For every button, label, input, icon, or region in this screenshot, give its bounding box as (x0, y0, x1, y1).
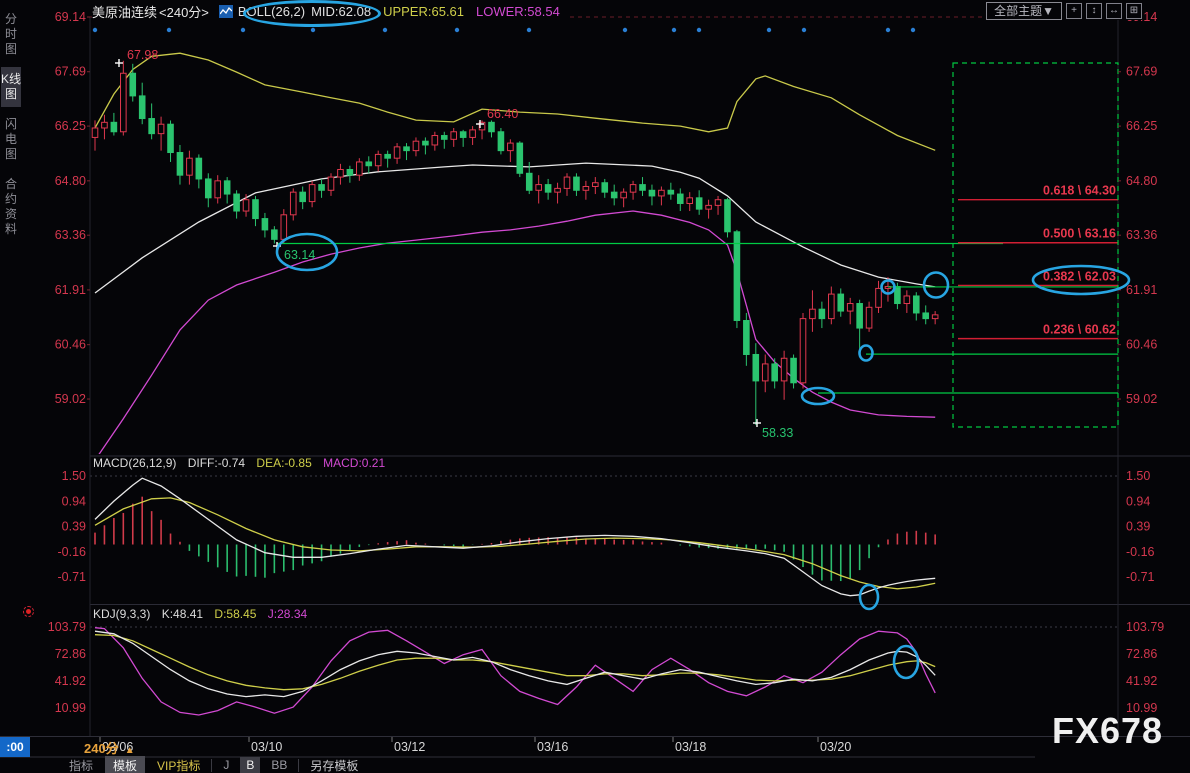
toolbar-template-button[interactable]: 模板 (105, 755, 146, 773)
pan-icon[interactable]: + (1066, 3, 1082, 19)
svg-text:72.86: 72.86 (1126, 647, 1157, 661)
svg-text:0.39: 0.39 (1126, 520, 1150, 534)
sidebar-item-timeshare[interactable]: 分时图 (1, 7, 21, 62)
svg-text:66.40: 66.40 (487, 107, 518, 121)
time-fragment-badge: :00 (0, 737, 30, 757)
svg-text:0.382 \ 62.03: 0.382 \ 62.03 (1043, 269, 1116, 283)
macd-dea-value: DEA:-0.85 (256, 456, 312, 470)
toolbar-vip-indicators-button[interactable]: VIP指标 (157, 757, 200, 773)
scale-x-icon[interactable]: ↔ (1106, 3, 1122, 19)
triangle-up-icon: ▲ (124, 745, 135, 756)
svg-text:03/10: 03/10 (251, 740, 282, 754)
period-selector[interactable]: 240分 ▲ (84, 738, 135, 757)
svg-text:72.86: 72.86 (55, 647, 86, 661)
period-label: <240分> (159, 4, 209, 20)
period-value: 240分 (84, 741, 119, 756)
svg-text:0.94: 0.94 (1126, 495, 1150, 509)
svg-text:-0.16: -0.16 (1126, 545, 1155, 559)
svg-text:58.33: 58.33 (762, 426, 793, 440)
svg-text:66.25: 66.25 (55, 119, 86, 133)
kdj-params-label: KDJ(9,3,3) (93, 607, 151, 621)
macd-diff-value: DIFF:-0.74 (187, 456, 246, 470)
svg-text:64.80: 64.80 (55, 174, 86, 188)
indicator-icon[interactable] (218, 4, 233, 18)
toolbar-divider (298, 758, 300, 772)
kdj-header: KDJ(9,3,3) K:48.41 D:58.45 J:28.34 (93, 607, 307, 621)
svg-text:63.14: 63.14 (284, 248, 315, 262)
kdj-k-value: K:48.41 (161, 607, 204, 621)
svg-text:0.39: 0.39 (62, 520, 86, 534)
boll-lower-value: LOWER:58.54 (476, 3, 560, 19)
svg-text:0.618 \ 64.30: 0.618 \ 64.30 (1043, 184, 1116, 198)
svg-text:03/12: 03/12 (394, 740, 425, 754)
svg-text:0.500 \ 63.16: 0.500 \ 63.16 (1043, 227, 1116, 241)
indicator-settings-icon[interactable] (23, 606, 34, 617)
svg-text:-0.71: -0.71 (1126, 570, 1155, 584)
kdj-d-value: D:58.45 (214, 607, 257, 621)
svg-text:10.99: 10.99 (55, 701, 86, 715)
svg-text:-0.71: -0.71 (58, 570, 87, 584)
svg-text:59.02: 59.02 (1126, 392, 1157, 406)
sidebar-item-contract-info[interactable]: 合约资料 (1, 172, 21, 242)
svg-text:64.80: 64.80 (1126, 174, 1157, 188)
chart-canvas[interactable]: 0.618 \ 64.30 0.500 \ 63.16 0.382 \ 62.03 0… (0, 0, 1190, 773)
boll-params-label: BOLL(26,2) (237, 3, 306, 19)
chart-tools: 全部主题▼ + ↕ ↔ ⊞ (986, 2, 1142, 20)
chart-title-bar: 美原油连续 <240分> BOLL(26,2) MID:62.08 UPPER:… (92, 0, 570, 22)
toolbar-indicators-button[interactable]: 指标 (69, 757, 93, 773)
svg-text:1.50: 1.50 (62, 469, 86, 483)
svg-text:63.36: 63.36 (55, 228, 86, 242)
svg-text:41.92: 41.92 (55, 674, 86, 688)
macd-macd-value: MACD:0.21 (323, 456, 386, 470)
trading-app-window: 0.618 \ 64.30 0.500 \ 63.16 0.382 \ 62.03 0… (0, 0, 1190, 773)
svg-text:66.25: 66.25 (1126, 119, 1157, 133)
macd-header: MACD(26,12,9) DIFF:-0.74 DEA:-0.85 MACD:… (93, 456, 385, 470)
sidebar-item-lightning[interactable]: 闪电图 (1, 112, 21, 167)
svg-text:103.79: 103.79 (48, 620, 86, 634)
svg-text:63.36: 63.36 (1126, 228, 1157, 242)
svg-text:0.94: 0.94 (62, 495, 86, 509)
toolbar-j-button[interactable]: J (223, 758, 229, 772)
boll-mid-value: MID:62.08 (311, 3, 372, 19)
svg-text:60.46: 60.46 (1126, 338, 1157, 352)
themes-dropdown[interactable]: 全部主题▼ (986, 2, 1062, 20)
scale-y-icon[interactable]: ↕ (1086, 3, 1102, 19)
toolbar-divider (211, 758, 213, 772)
kdj-j-value: J:28.34 (267, 607, 308, 621)
svg-text:1.50: 1.50 (1126, 469, 1150, 483)
watermark: FX678 (1052, 710, 1164, 751)
sidebar-item-kline[interactable]: K线图 (1, 67, 21, 107)
boll-upper-value: UPPER:65.61 (383, 3, 465, 19)
bottom-toolbar: 指标 模板 VIP指标 J B BB 另存模板 (62, 755, 365, 773)
svg-text:103.79: 103.79 (1126, 620, 1164, 634)
svg-text:03/16: 03/16 (537, 740, 568, 754)
macd-params-label: MACD(26,12,9) (93, 456, 177, 470)
chart-type-sidebar: 分时图 K线图 闪电图 合约资料 (0, 2, 24, 247)
svg-text:69.14: 69.14 (55, 10, 86, 24)
toolbar-b-button[interactable]: B (240, 757, 261, 773)
toolbar-bb-button[interactable]: BB (271, 758, 287, 772)
svg-text:41.92: 41.92 (1126, 674, 1157, 688)
toolbar-save-template-button[interactable]: 另存模板 (310, 757, 358, 773)
svg-text:61.91: 61.91 (1126, 283, 1157, 297)
svg-text:03/20: 03/20 (820, 740, 851, 754)
svg-text:59.02: 59.02 (55, 392, 86, 406)
svg-text:61.91: 61.91 (55, 283, 86, 297)
svg-text:0.236 \ 60.62: 0.236 \ 60.62 (1043, 323, 1116, 337)
svg-text:60.46: 60.46 (55, 338, 86, 352)
svg-text:-0.16: -0.16 (58, 545, 87, 559)
fit-chart-icon[interactable]: ⊞ (1126, 3, 1142, 19)
svg-text:03/18: 03/18 (675, 740, 706, 754)
svg-text:67.69: 67.69 (55, 65, 86, 79)
svg-text:67.98: 67.98 (127, 48, 158, 62)
symbol-name: 美原油连续 (92, 4, 158, 20)
svg-text:67.69: 67.69 (1126, 65, 1157, 79)
